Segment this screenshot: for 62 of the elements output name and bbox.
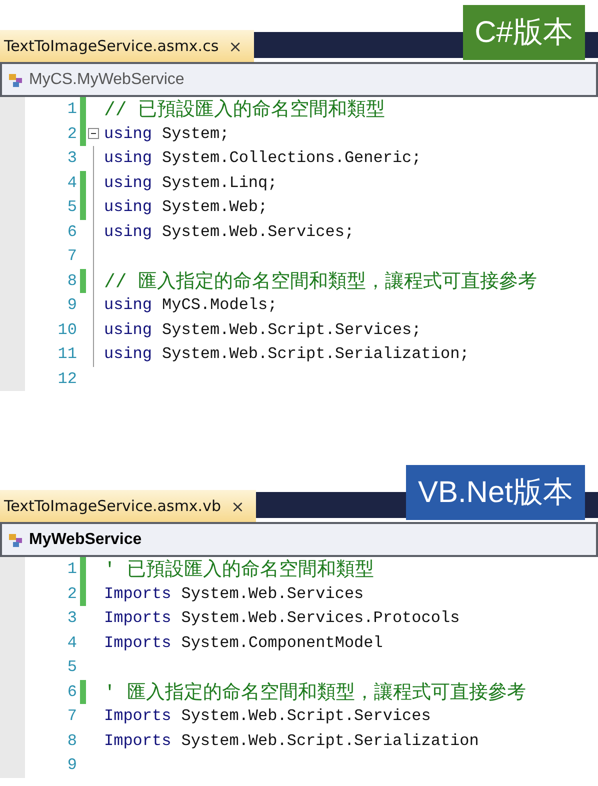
file-tab[interactable]: TextToImageService.asmx.vb × [0,490,256,522]
code-text: MyCS.Models; [162,296,278,314]
line-number: 5 [66,658,77,676]
version-badge: C#版本 [462,5,585,60]
line-number: 12 [56,370,77,388]
code-text: System.Web.Services [181,584,364,603]
line-number: 11 [56,345,77,364]
code-text: System.Web.Script.Serialization; [162,345,470,364]
code-keyword: using [104,174,152,192]
type-dropdown[interactable]: MyCS.MyWebService [0,62,598,97]
code-keyword: using [104,345,152,364]
code-comment: // 匯入指定的命名空間和類型，讓程式可直接參考 [104,270,538,294]
code-keyword: Imports [104,634,172,652]
code-text: System.Linq; [162,174,278,192]
code-comment: // 已預設匯入的命名空間和類型 [104,98,386,122]
code-comment: ' 匯入指定的命名空間和類型，讓程式可直接參考 [104,680,526,705]
type-dropdown[interactable]: MyWebService [0,522,598,557]
line-number: 8 [66,732,77,750]
close-icon[interactable]: × [228,36,242,56]
line-number: 5 [66,198,77,216]
line-number: 7 [66,707,77,726]
close-icon[interactable]: × [230,496,244,516]
code-keyword: using [104,222,152,241]
code-text: System; [162,124,230,143]
line-number: 7 [66,247,77,266]
code-text: System.ComponentModel [181,634,383,652]
tab-label: TextToImageService.asmx.vb [4,497,221,515]
code-text: System.Web.Services; [162,222,354,241]
line-number: 8 [66,272,77,290]
code-keyword: using [104,149,152,168]
code-keyword: Imports [104,707,172,726]
collapse-icon[interactable] [88,128,99,140]
line-number: 3 [66,609,77,628]
line-number: 2 [66,584,77,603]
line-number: 2 [66,124,77,143]
line-number: 3 [66,149,77,168]
code-keyword: using [104,124,152,143]
code-keyword: using [104,296,152,314]
code-text: System.Web; [162,198,268,216]
code-keyword: using [104,198,152,216]
line-number: 10 [56,320,77,339]
code-keyword: Imports [104,609,172,628]
line-number: 6 [66,222,77,241]
line-number: 4 [66,634,77,652]
line-number: 1 [66,100,77,118]
tab-label: TextToImageService.asmx.cs [4,37,219,55]
code-text: System.Web.Script.Services; [162,320,422,339]
code-text: System.Web.Script.Serialization [181,732,479,750]
code-comment: ' 已預設匯入的命名空間和類型 [104,558,374,582]
code-text: System.Web.Script.Services [181,707,431,726]
code-keyword: using [104,320,152,339]
code-keyword: Imports [104,584,172,603]
line-number: 6 [66,682,77,701]
version-badge: VB.Net版本 [406,465,585,520]
code-text: System.Collections.Generic; [162,149,422,168]
code-text: System.Web.Services.Protocols [181,609,460,628]
file-tab[interactable]: TextToImageService.asmx.cs × [0,30,254,62]
line-number: 9 [66,756,77,774]
line-number: 1 [66,560,77,578]
code-keyword: Imports [104,732,172,750]
line-number: 9 [66,296,77,314]
line-number: 4 [66,174,77,192]
